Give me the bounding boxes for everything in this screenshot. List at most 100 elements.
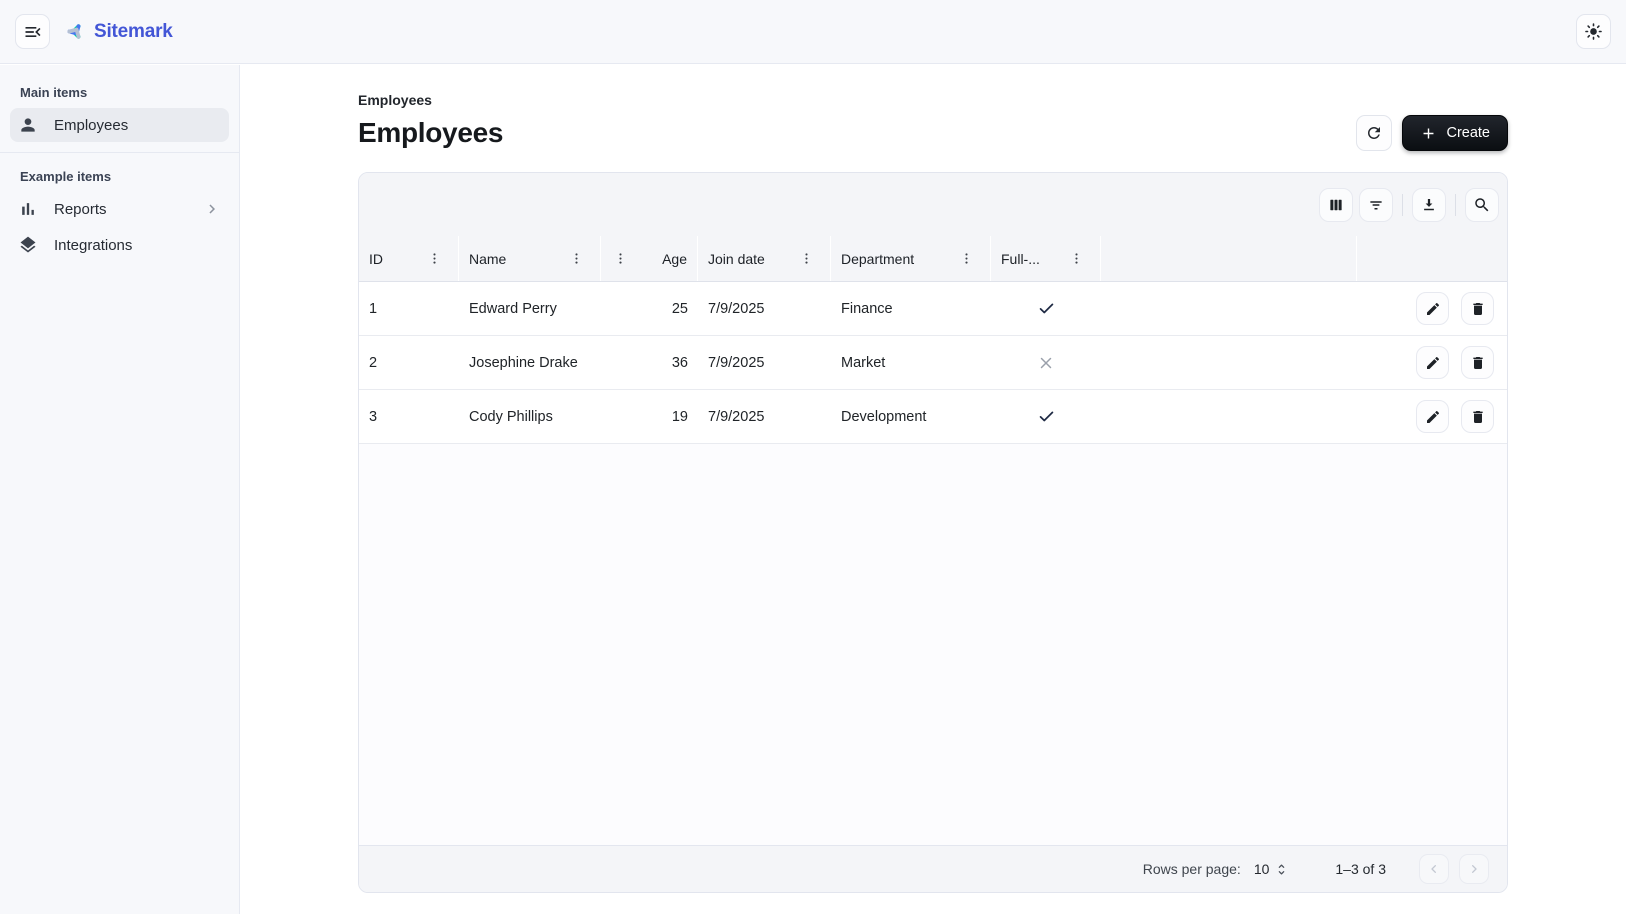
menu-open-icon	[23, 22, 43, 42]
cell-department: Market	[831, 355, 991, 371]
sidebar-divider	[0, 152, 239, 153]
column-label: Age	[662, 251, 687, 267]
create-button-label: Create	[1446, 125, 1490, 141]
grid-empty-area	[359, 444, 1507, 845]
cell-join-date: 7/9/2025	[698, 409, 831, 425]
column-header-id[interactable]: ID	[359, 236, 459, 281]
columns-button[interactable]	[1319, 188, 1353, 222]
create-button[interactable]: Create	[1402, 115, 1508, 151]
chevron-right-icon	[203, 200, 221, 218]
rows-per-page-select[interactable]: 10	[1254, 861, 1290, 877]
pencil-icon	[1425, 355, 1441, 371]
table-row[interactable]: 3 Cody Phillips 19 7/9/2025 Development	[359, 390, 1507, 444]
breadcrumb: Employees	[358, 92, 1508, 108]
cell-department: Finance	[831, 301, 991, 317]
search-button[interactable]	[1465, 188, 1499, 222]
download-icon	[1420, 196, 1438, 214]
refresh-icon	[1365, 124, 1383, 142]
refresh-button[interactable]	[1356, 115, 1392, 151]
column-header-department[interactable]: Department	[831, 236, 991, 281]
column-menu-icon[interactable]	[569, 251, 590, 266]
page-title: Employees	[358, 117, 503, 149]
sidebar-item-reports[interactable]: Reports	[10, 192, 229, 226]
delete-row-button[interactable]	[1461, 346, 1494, 379]
pagination-range: 1–3 of 3	[1335, 861, 1386, 877]
column-label: Full-...	[1001, 251, 1040, 267]
pencil-icon	[1425, 409, 1441, 425]
sidebar-item-integrations[interactable]: Integrations	[10, 228, 229, 262]
cell-id: 3	[359, 409, 459, 425]
table-row[interactable]: 2 Josephine Drake 36 7/9/2025 Market	[359, 336, 1507, 390]
check-icon	[1037, 299, 1056, 318]
cell-full-time	[991, 354, 1101, 372]
brand-name: Sitemark	[94, 21, 173, 43]
edit-row-button[interactable]	[1416, 400, 1449, 433]
column-header-name[interactable]: Name	[459, 236, 601, 281]
table-row[interactable]: 1 Edward Perry 25 7/9/2025 Finance	[359, 282, 1507, 336]
chevron-right-icon	[1466, 861, 1482, 877]
cell-age: 25	[601, 301, 698, 317]
grid-footer: Rows per page: 10 1–3 of 3	[359, 845, 1507, 892]
main-content: Employees Employees Create	[241, 65, 1626, 914]
toolbar-divider	[1455, 194, 1456, 216]
trash-icon	[1470, 355, 1486, 371]
person-icon	[18, 115, 38, 135]
close-icon	[1037, 354, 1055, 372]
column-header-actions	[1357, 236, 1507, 281]
cell-name: Edward Perry	[459, 301, 601, 317]
column-menu-icon[interactable]	[611, 251, 628, 266]
column-label: Join date	[708, 251, 765, 267]
sidebar-section-example-items: Example items	[0, 159, 239, 192]
trash-icon	[1470, 301, 1486, 317]
rows-per-page-label: Rows per page:	[1143, 861, 1241, 877]
view-columns-icon	[1327, 196, 1345, 214]
sidebar-item-label: Reports	[54, 201, 107, 218]
cell-age: 19	[601, 409, 698, 425]
filter-button[interactable]	[1359, 188, 1393, 222]
search-icon	[1473, 196, 1491, 214]
previous-page-button[interactable]	[1419, 854, 1449, 884]
chevron-left-icon	[1426, 861, 1442, 877]
grid-toolbar	[359, 173, 1507, 236]
sidebar-item-label: Integrations	[54, 237, 132, 254]
theme-toggle-button[interactable]	[1576, 14, 1611, 49]
collapse-menu-button[interactable]	[15, 14, 50, 49]
column-header-spacer	[1101, 236, 1357, 281]
cell-age: 36	[601, 355, 698, 371]
trash-icon	[1470, 409, 1486, 425]
delete-row-button[interactable]	[1461, 292, 1494, 325]
export-button[interactable]	[1412, 188, 1446, 222]
topbar: Sitemark	[0, 0, 1626, 64]
cell-join-date: 7/9/2025	[698, 301, 831, 317]
column-menu-icon[interactable]	[959, 251, 980, 266]
edit-row-button[interactable]	[1416, 292, 1449, 325]
layers-icon	[18, 235, 38, 255]
column-menu-icon[interactable]	[1069, 251, 1090, 266]
column-header-join-date[interactable]: Join date	[698, 236, 831, 281]
sidebar-item-label: Employees	[54, 117, 128, 134]
employees-data-grid: ID Name Age Join date	[358, 172, 1508, 893]
cell-name: Cody Phillips	[459, 409, 601, 425]
cell-id: 2	[359, 355, 459, 371]
column-header-age[interactable]: Age	[601, 236, 698, 281]
filter-list-icon	[1367, 196, 1385, 214]
column-label: Name	[469, 251, 506, 267]
cell-full-time	[991, 299, 1101, 318]
column-menu-icon[interactable]	[427, 251, 448, 266]
cell-id: 1	[359, 301, 459, 317]
sidebar-item-employees[interactable]: Employees	[10, 108, 229, 142]
delete-row-button[interactable]	[1461, 400, 1494, 433]
cell-department: Development	[831, 409, 991, 425]
cell-full-time	[991, 407, 1101, 426]
toolbar-divider	[1402, 194, 1403, 216]
pencil-icon	[1425, 301, 1441, 317]
brand-logo[interactable]: Sitemark	[65, 21, 173, 43]
column-label: Department	[841, 251, 914, 267]
column-header-full-time[interactable]: Full-...	[991, 236, 1101, 281]
rows-per-page-value: 10	[1254, 861, 1270, 877]
sun-icon	[1584, 22, 1603, 41]
column-menu-icon[interactable]	[799, 251, 820, 266]
next-page-button[interactable]	[1459, 854, 1489, 884]
edit-row-button[interactable]	[1416, 346, 1449, 379]
column-label: ID	[369, 251, 383, 267]
